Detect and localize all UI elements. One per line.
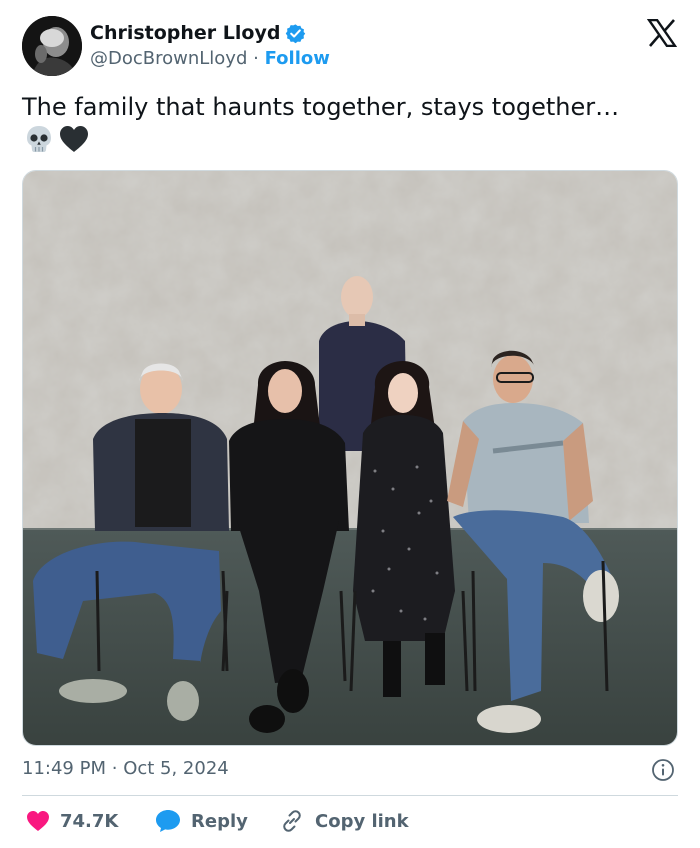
info-icon[interactable] bbox=[651, 758, 675, 782]
x-logo-icon[interactable] bbox=[647, 19, 677, 47]
heart-icon bbox=[27, 811, 49, 831]
avatar-image bbox=[22, 16, 82, 76]
skull-icon bbox=[27, 126, 51, 152]
tweet-photo[interactable] bbox=[22, 170, 678, 746]
tweet-time: 11:49 PM bbox=[22, 758, 106, 779]
group-photo-illustration bbox=[23, 171, 677, 745]
handle-separator: · bbox=[253, 48, 259, 69]
verified-badge-icon bbox=[285, 24, 306, 44]
reply-label: Reply bbox=[191, 810, 248, 832]
tweet-embed-card: Christopher Lloyd @DocBrownLloyd · Follo… bbox=[0, 0, 700, 848]
author-handle[interactable]: @DocBrownLloyd bbox=[90, 48, 247, 69]
tweet-text: The family that haunts together, stays t… bbox=[22, 93, 620, 121]
author-display-name[interactable]: Christopher Lloyd bbox=[90, 21, 280, 45]
avatar[interactable] bbox=[22, 16, 82, 76]
tweet-date: Oct 5, 2024 bbox=[123, 758, 229, 779]
author-handle-row: @DocBrownLloyd · Follow bbox=[90, 47, 330, 71]
reply-button[interactable]: Reply bbox=[155, 808, 248, 834]
copy-link-label: Copy link bbox=[315, 810, 409, 832]
like-count: 74.7K bbox=[60, 810, 119, 832]
timestamp-separator: · bbox=[111, 758, 118, 779]
black-heart-icon bbox=[60, 126, 88, 152]
like-button[interactable]: 74.7K bbox=[26, 808, 118, 834]
copy-link-button[interactable]: Copy link bbox=[279, 808, 409, 834]
follow-button[interactable]: Follow bbox=[265, 48, 330, 69]
reply-bubble-icon bbox=[156, 810, 180, 832]
link-icon bbox=[283, 810, 301, 832]
tweet-emoji-row bbox=[23, 124, 90, 154]
tweet-timestamp[interactable]: 11:49 PM · Oct 5, 2024 bbox=[22, 757, 229, 781]
actions-divider bbox=[22, 795, 678, 796]
